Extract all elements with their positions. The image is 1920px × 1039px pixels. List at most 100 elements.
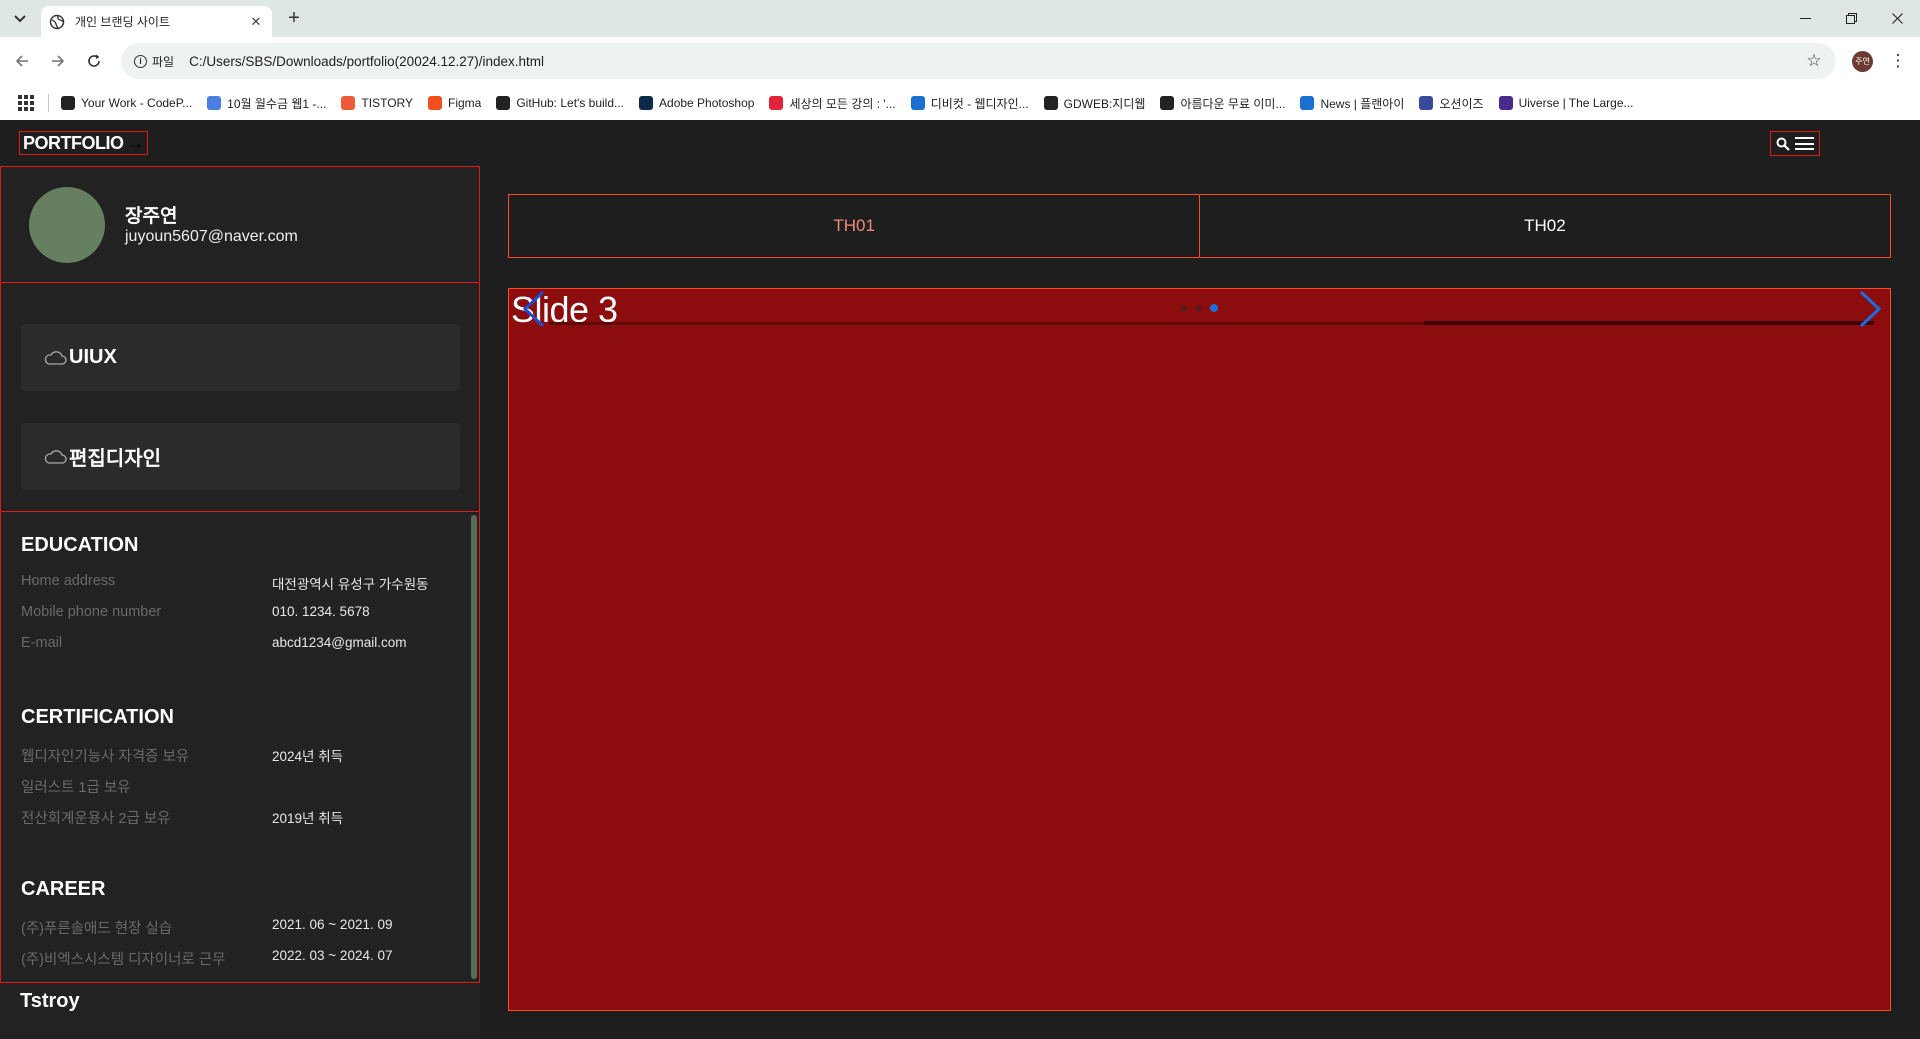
main-tabs: TH01 TH02 <box>508 194 1891 258</box>
bookmark-item[interactable]: GitHub: Let's build... <box>496 96 624 110</box>
close-window-button[interactable] <box>1874 0 1920 37</box>
bookmark-item[interactable]: Adobe Photoshop <box>639 96 754 110</box>
tab-search-button[interactable] <box>9 8 31 30</box>
apps-grid-icon[interactable] <box>18 95 34 111</box>
oceanis-icon <box>1419 96 1434 110</box>
forward-button[interactable] <box>47 50 69 72</box>
education-value: 010. 1234. 5678 <box>272 604 370 619</box>
tistory-icon <box>341 96 356 110</box>
bookmark-item[interactable]: Uiverse | The Large... <box>1498 96 1634 110</box>
restore-button[interactable] <box>1828 0 1874 37</box>
education-key: Mobile phone number <box>21 604 162 620</box>
certification-value: 2019년 취득 <box>272 811 344 826</box>
bookmark-item[interactable]: Figma <box>427 96 482 110</box>
browser-toolbar: i 파일 C:/Users/SBS/Downloads/portfolio(20… <box>0 37 1920 86</box>
gdweb-icon <box>1043 96 1058 110</box>
site-header: PORTFOLIO → <box>0 120 1920 166</box>
info-icon <box>1300 96 1315 110</box>
url-text[interactable]: C:/Users/SBS/Downloads/portfolio(20024.1… <box>189 54 1802 69</box>
category-label: UIUX <box>69 346 117 368</box>
bookmark-item[interactable]: 디비컷 - 웹디자인... <box>910 95 1029 112</box>
bookmark-label: Adobe Photoshop <box>659 96 755 110</box>
hamburger-menu-icon[interactable] <box>1794 137 1814 150</box>
resume-info-panel[interactable]: EDUCATION Home address 대전광역시 유성구 가수원동 Mo… <box>0 511 480 983</box>
slider-prev-arrow-icon[interactable] <box>519 289 547 329</box>
profile-avatar-button[interactable]: 주연 <box>1852 51 1873 72</box>
slider-dot[interactable] <box>1180 304 1187 312</box>
info-icon: i <box>134 54 147 68</box>
bookmark-label: 세상의 모든 강의 : '... <box>789 96 896 111</box>
globe-icon <box>49 14 65 29</box>
image-slider[interactable]: Slide 3 <box>508 288 1891 1011</box>
education-value: abcd1234@gmail.com <box>272 635 407 650</box>
docs-icon <box>207 96 222 110</box>
career-value: 2022. 03 ~ 2024. 07 <box>272 948 393 963</box>
bookmark-label: Your Work - CodeP... <box>81 96 193 110</box>
certification-key: 일러스트 1급 보유 <box>21 780 131 796</box>
slider-dot[interactable] <box>1210 304 1218 312</box>
cloud-icon <box>44 350 67 365</box>
restore-icon <box>1845 13 1857 24</box>
browser-tab-active[interactable]: 개인 브랜딩 사이트 ✕ <box>41 6 272 37</box>
bookmark-list: Your Work - CodeP... 10월 월수금 웹1 -... TISTO… <box>61 95 1649 112</box>
tab-th01[interactable]: TH01 <box>508 194 1201 258</box>
address-bar[interactable]: i 파일 C:/Users/SBS/Downloads/portfolio(20… <box>121 43 1836 79</box>
slider-pagination <box>1180 304 1218 312</box>
dbcut-icon <box>910 96 925 110</box>
bookmark-item[interactable]: 세상의 모든 강의 : '... <box>769 95 896 112</box>
new-tab-button[interactable]: + <box>282 7 306 31</box>
codepen-icon <box>61 96 75 110</box>
back-button[interactable] <box>11 50 33 72</box>
bookmark-label: 10월 월수금 웹1 -... <box>227 96 327 111</box>
bookmark-label: GDWEB:지디웹 <box>1063 96 1146 111</box>
bookmark-label: News | 플랜아이 <box>1320 96 1405 111</box>
header-button-group <box>1770 131 1820 156</box>
category-uiux[interactable]: UIUX <box>21 324 460 391</box>
reload-icon <box>88 54 100 67</box>
bookmark-item[interactable]: GDWEB:지디웹 <box>1043 95 1146 112</box>
bookmark-item[interactable]: TISTORY <box>341 96 413 110</box>
bookmark-star-icon[interactable]: ☆ <box>1802 51 1826 71</box>
play-icon <box>769 96 784 110</box>
tstroy-link[interactable]: Tstroy <box>20 990 80 1013</box>
scrollbar-thumb[interactable] <box>471 515 477 979</box>
reload-button[interactable] <box>83 50 105 72</box>
education-key: Home address <box>21 573 116 589</box>
site-info-label: 파일 <box>152 54 175 69</box>
education-key: E-mail <box>21 635 63 651</box>
certification-title: CERTIFICATION <box>21 706 174 728</box>
bookmark-item[interactable]: 오션이즈 <box>1419 95 1484 112</box>
bookmark-label: Figma <box>447 96 482 110</box>
bookmark-label: GitHub: Let's build... <box>516 96 625 110</box>
profile-card: 장주연 juyoun5607@naver.com <box>0 166 480 283</box>
site-info-button[interactable]: i 파일 <box>130 48 181 74</box>
portfolio-logo-link[interactable]: PORTFOLIO → <box>19 131 148 155</box>
bookmark-item[interactable]: 아름다운 무료 이미... <box>1160 95 1285 112</box>
sidebar: 장주연 juyoun5607@naver.com UIUX 편집디자인 EDUC… <box>0 166 480 1039</box>
category-editorial-design[interactable]: 편집디자인 <box>21 423 460 490</box>
close-icon <box>1891 13 1903 24</box>
bookmark-item[interactable]: 10월 월수금 웹1 -... <box>207 95 326 112</box>
bookmark-item[interactable]: News | 플랜아이 <box>1300 95 1404 112</box>
photoshop-icon <box>639 96 654 110</box>
certification-key: 웹디자인기능사 자격증 보유 <box>21 749 190 765</box>
slider-dot[interactable] <box>1195 304 1202 312</box>
tab-th02[interactable]: TH02 <box>1198 194 1891 258</box>
cloud-icon <box>44 449 67 464</box>
minimize-button[interactable] <box>1782 0 1828 37</box>
category-label: 편집디자인 <box>69 448 161 470</box>
search-icon[interactable] <box>1776 137 1791 151</box>
page: PORTFOLIO → 장주연 juyoun5607@naver.com UIU… <box>0 120 1920 1039</box>
bookmark-item[interactable]: Your Work - CodeP... <box>61 96 192 110</box>
career-key: (주)비엑스시스템 디자이너로 근무 <box>21 952 226 968</box>
education-title: EDUCATION <box>21 534 139 556</box>
arrow-right-icon <box>52 55 65 67</box>
slider-next-arrow-icon[interactable] <box>1857 289 1885 329</box>
arrow-right-icon: → <box>126 132 145 153</box>
slider-progress-bar <box>1424 321 1874 325</box>
tab-title: 개인 브랜딩 사이트 <box>75 15 170 29</box>
tab-close-icon[interactable]: ✕ <box>248 14 264 30</box>
category-list: UIUX 편집디자인 <box>0 282 480 512</box>
bookmark-label: 아름다운 무료 이미... <box>1180 96 1286 111</box>
browser-menu-icon[interactable]: ⋮ <box>1888 49 1908 73</box>
